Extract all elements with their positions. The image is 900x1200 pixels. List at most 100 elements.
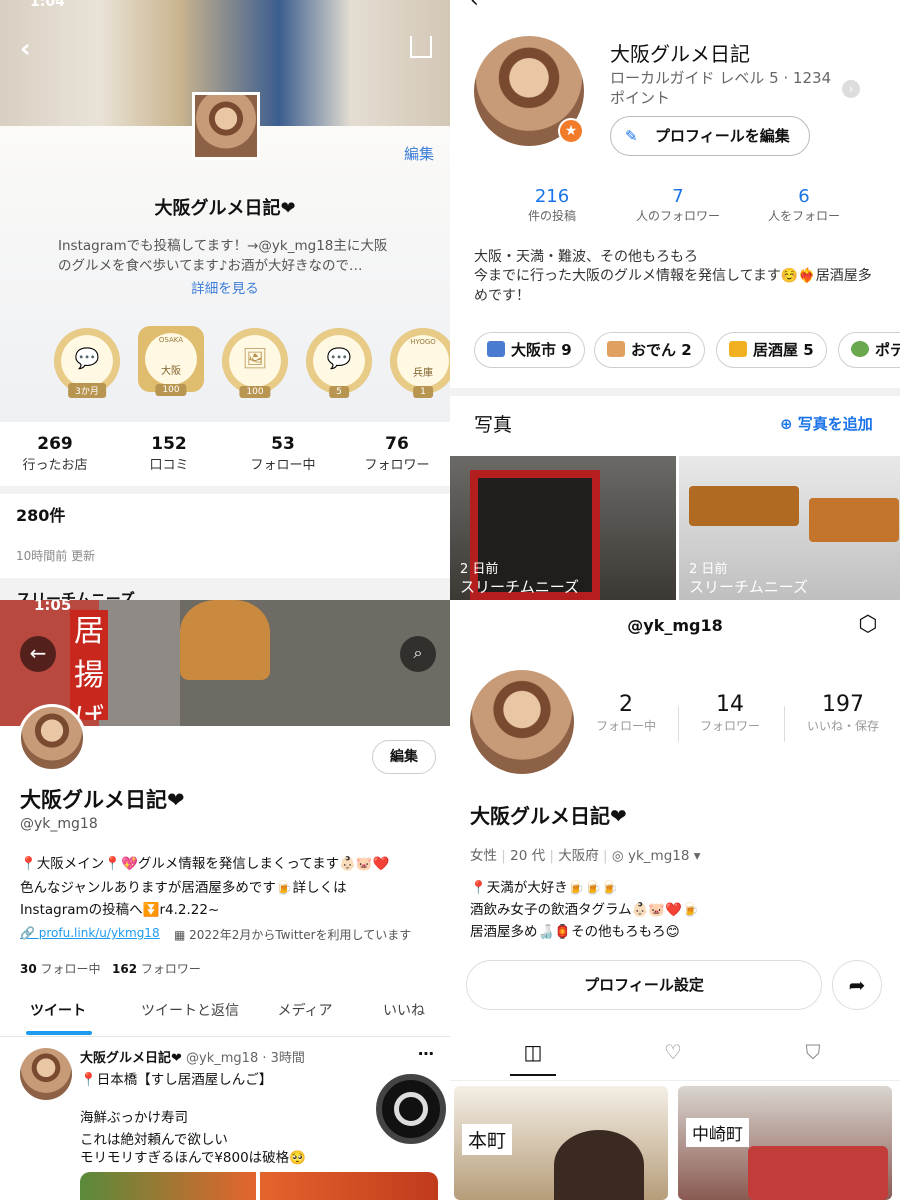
panel-google-maps-profile: ‹ ★ 大阪グルメ日記 ローカルガイド レベル 5 · 1234 ポイント › … (450, 0, 900, 600)
badge-hyogo[interactable]: HYOGO 兵庫 1 (390, 328, 450, 398)
tweet-header: 大阪グルメ日記❤ @yk_mg18 · 3時間 (80, 1051, 305, 1066)
divider (450, 388, 900, 396)
tweet-text: モリモリすぎるほんで¥800は破格🥺 (80, 1150, 306, 1166)
tab-indicator (26, 1031, 92, 1035)
following-count[interactable]: 30 フォロー中 (20, 960, 101, 977)
post-tile[interactable]: 本町 (454, 1086, 668, 1200)
chip-izakaya[interactable]: 居酒屋 5 (716, 332, 827, 368)
more-icon[interactable]: ⋯ (418, 1044, 434, 1063)
add-photo-icon: ⊕ (780, 415, 798, 433)
tweet-text: 📍日本橋【すし居酒屋しんご】 (80, 1072, 273, 1088)
bio-line1: 大阪・天満・難波、その他もろもろ (474, 249, 698, 265)
bio-line2: 今までに行った大阪のグルメ情報を発信してます☺️❤️‍🔥居酒屋多めです！ (474, 268, 872, 304)
updated-time: 10時間前 更新 (16, 549, 96, 563)
chip-osaka[interactable]: 大阪市 9 (474, 332, 585, 368)
photos-title: 写真 (474, 414, 513, 436)
chip-oden[interactable]: おでん 2 (594, 332, 705, 368)
tab-indicator (510, 1074, 556, 1076)
stat-followers[interactable]: 7 人のフォロワー (626, 186, 730, 224)
wreath-icon (851, 341, 869, 357)
stat-following[interactable]: 6 人をフォロー (752, 186, 856, 224)
tab-likes[interactable]: いいね (366, 1000, 442, 1020)
heart-lock-icon[interactable]: ♡ (650, 1040, 696, 1064)
avatar[interactable] (18, 704, 86, 772)
store-count: 280件 (16, 506, 66, 525)
profile-meta: 女性 | 20 代 | 大阪府 | ◎ yk_mg18 ▾ (470, 848, 701, 864)
bio-line: Instagramの投稿へ⏬r4.2.22~ (20, 902, 220, 918)
edit-profile-button[interactable]: 編集 (372, 740, 436, 774)
avatar[interactable] (470, 670, 574, 774)
local-guide-level[interactable]: ローカルガイド レベル 5 · 1234 ポイント (610, 68, 840, 108)
see-more-link[interactable]: 詳細を見る (0, 277, 450, 297)
profile-name: 大阪グルメ日記 (610, 42, 750, 66)
stat-followers[interactable]: 14 フォロワー (684, 692, 776, 734)
tab-replies[interactable]: ツイートと返信 (130, 1000, 250, 1020)
handle: @yk_mg18 (20, 816, 98, 832)
stat-followers[interactable]: 76 フォロワー (342, 434, 450, 473)
avatar[interactable] (192, 92, 260, 160)
stat-likes[interactable]: 197 いいね・保存 (790, 692, 896, 734)
badge-store[interactable]: 💬 5 (306, 328, 372, 398)
search-icon[interactable]: ⌕ (400, 636, 436, 672)
post-tile[interactable]: 中崎町 (678, 1086, 892, 1200)
grid-tab-icon[interactable]: ◫ (510, 1040, 556, 1064)
bio-line: 酒飲み女子の飲酒タグラム👶🏻🐷❤️🍺 (470, 902, 699, 918)
back-icon[interactable]: ‹ (20, 34, 31, 64)
stat-visited[interactable]: 269 行ったお店 (0, 434, 110, 473)
chevron-right-icon[interactable]: › (842, 80, 860, 98)
status-time: 1:05 (34, 600, 72, 614)
settings-hex-icon[interactable]: ⬡ (854, 612, 882, 640)
profile-name: 大阪グルメ日記❤ (154, 198, 296, 219)
profile-link[interactable]: 🔗 profu.link/u/ykmg18 (20, 926, 160, 940)
stat-reviews[interactable]: 152 口コミ (114, 434, 224, 473)
chip-potato[interactable]: ポテ (838, 332, 900, 368)
badge-photo[interactable]: 🖼 100 (222, 328, 288, 398)
photo-tile[interactable]: 2 日前 スリーチムニーズ (679, 456, 900, 600)
tweet-image[interactable] (80, 1172, 256, 1200)
edit-profile-button[interactable]: ✎ プロフィールを編集 (610, 116, 810, 156)
header-handle: @yk_mg18 (627, 616, 723, 635)
tweet-avatar[interactable] (20, 1048, 72, 1100)
divider (0, 1036, 450, 1037)
share-icon[interactable] (410, 36, 432, 58)
badge-osaka[interactable]: OSAKA 大阪 100 (138, 326, 204, 396)
back-arrow-icon[interactable]: ← (20, 636, 56, 672)
store-bubble-icon: 💬 (326, 346, 352, 370)
calendar-icon: ▦ (174, 928, 190, 942)
oden-icon (607, 341, 625, 357)
tweet-text: これは絶対頼んで欲しい (80, 1132, 228, 1148)
edit-link[interactable]: 編集 (404, 143, 434, 164)
add-photo-button[interactable]: ⊕ 写真を追加 (780, 413, 873, 434)
instagram-icon: ◎ (611, 848, 628, 864)
divider (784, 706, 785, 742)
back-icon[interactable]: ‹ (470, 0, 479, 13)
bio-line: 居酒屋多め🍶🏮その他もろもろ😊 (470, 924, 680, 940)
stat-posts[interactable]: 216 件の投稿 (500, 186, 604, 224)
badge-review-months[interactable]: 💬 3か月 (54, 328, 120, 398)
pencil-icon: ✎ (625, 127, 638, 145)
tweet-text: 海鮮ぶっかけ寿司 (80, 1110, 188, 1126)
stat-following[interactable]: 2 フォロー中 (580, 692, 672, 734)
joined-date: ▦ 2022年2月からTwitterを利用しています (174, 928, 412, 942)
followers-count[interactable]: 162 フォロワー (112, 960, 201, 977)
share-arrow-icon[interactable]: ➦ (832, 960, 882, 1010)
bio-line: 📍天満が大好き🍺🍺🍺 (470, 880, 619, 896)
profile-name: 大阪グルメ日記❤ (20, 788, 185, 812)
divider (678, 706, 679, 742)
panel-tabelog-profile: 1:04 ‹ 編集 大阪グルメ日記❤ Instagramでも投稿してます！→@y… (0, 0, 450, 600)
beer-icon (729, 341, 747, 357)
divider (450, 1080, 900, 1081)
assistive-touch-button[interactable] (376, 1074, 446, 1144)
photo-bubble-icon: 🖼 (242, 346, 268, 370)
speech-bubble-icon: 💬 (74, 346, 100, 370)
list-item[interactable]: スリーチムニーズ (16, 588, 135, 600)
profile-settings-button[interactable]: プロフィール設定 (466, 960, 822, 1010)
stat-following[interactable]: 53 フォロー中 (228, 434, 338, 473)
tab-media[interactable]: メディア (262, 1000, 348, 1020)
panel-retty-profile: @yk_mg18 ⬡ 2 フォロー中 14 フォロワー 197 いいね・保存 大阪グル… (450, 600, 900, 1200)
photo-tile[interactable]: 2 日前 スリーチムニーズ (450, 456, 676, 600)
link-icon: 🔗 (20, 926, 39, 940)
bookmark-lock-icon[interactable]: ⛉ (790, 1040, 836, 1064)
tweet-image[interactable] (260, 1172, 438, 1200)
tab-tweets[interactable]: ツイート (18, 1000, 98, 1020)
